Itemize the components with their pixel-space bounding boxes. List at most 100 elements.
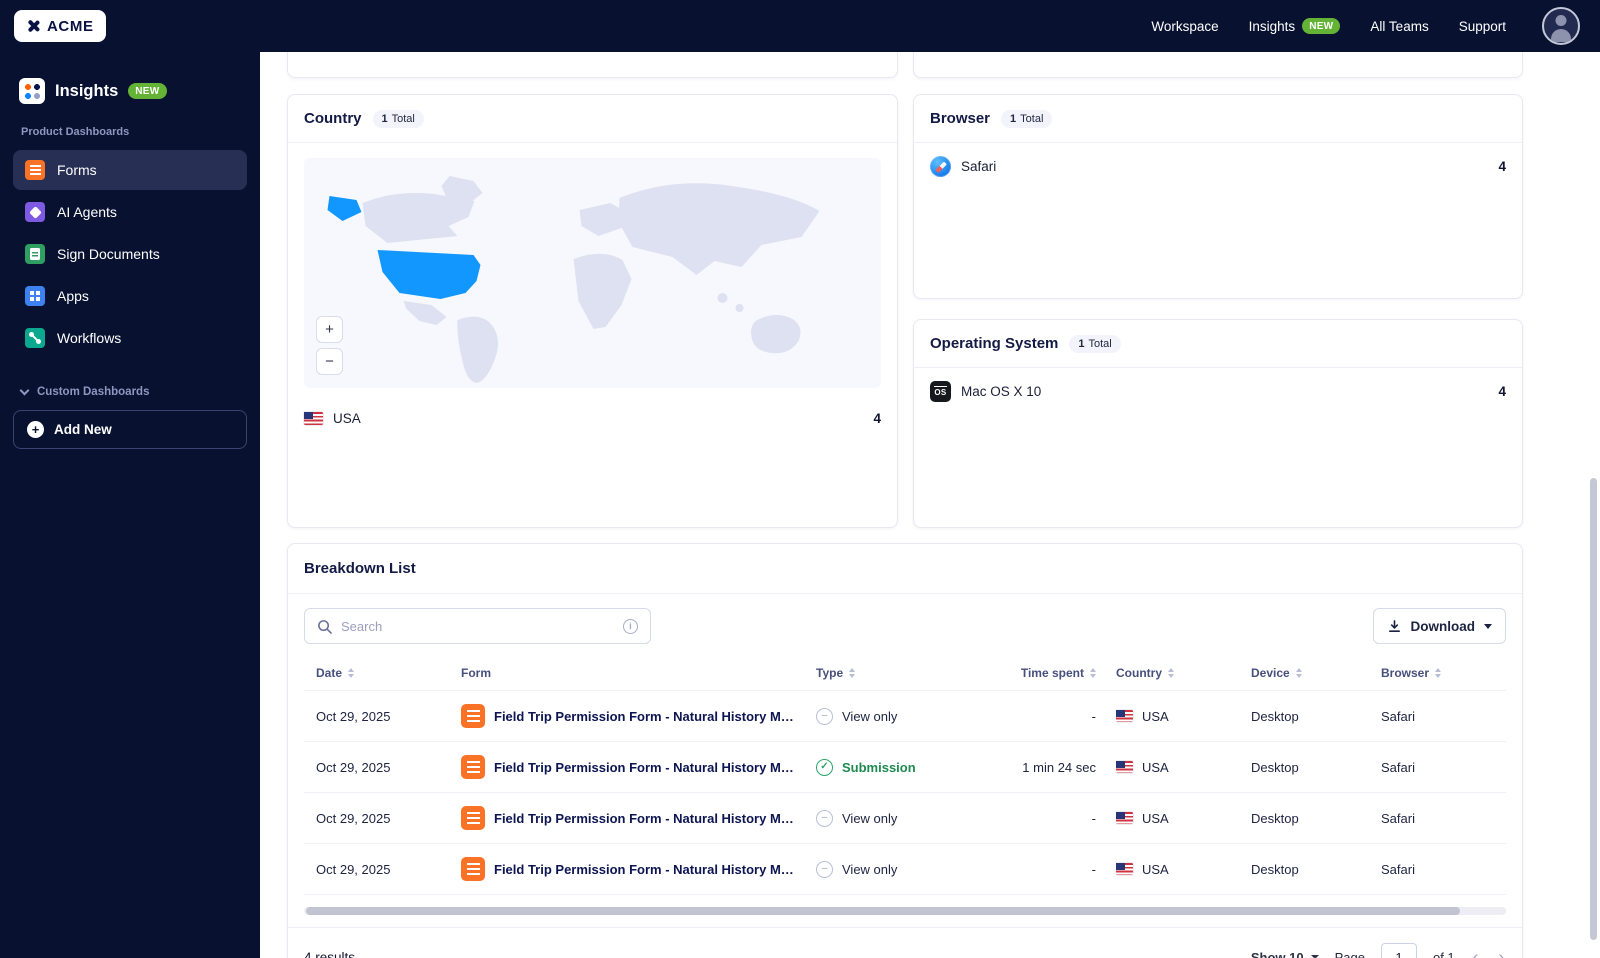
sidebar-item-workflows[interactable]: Workflows (13, 318, 247, 358)
view-only-icon (816, 707, 833, 725)
top-navigation: Workspace Insights NEW All Teams Support (1151, 7, 1580, 45)
view-only-icon (816, 809, 833, 827)
info-icon[interactable] (623, 618, 638, 634)
country-card: Country 1 Total + − USA 4 (287, 94, 898, 528)
cell-time-spent: - (964, 690, 1104, 742)
cell-os: Mac OS X 10 (1499, 690, 1506, 742)
form-link[interactable]: Field Trip Permission Form - Natural His… (494, 760, 796, 775)
download-label: Download (1410, 618, 1476, 634)
cell-browser: Safari (1369, 792, 1499, 844)
page-label: Page (1334, 949, 1365, 958)
form-link[interactable]: Field Trip Permission Form - Natural His… (494, 862, 796, 877)
zoom-in-button[interactable]: + (316, 316, 343, 343)
country-total-badge: 1 Total (372, 109, 424, 128)
download-button[interactable]: Download (1372, 608, 1506, 644)
world-map-canvas (327, 176, 820, 383)
column-header-type[interactable]: Type (804, 656, 964, 691)
country-total-count: 1 (381, 112, 388, 125)
country-entry-label: USA (333, 411, 361, 426)
horizontal-scrollbar[interactable] (304, 907, 1506, 915)
acme-logo[interactable]: ACME (14, 10, 106, 42)
cell-os: Mac OS X 10 (1499, 843, 1506, 895)
nav-support[interactable]: Support (1459, 19, 1506, 34)
cell-os: Mac OS X 10 (1499, 741, 1506, 793)
sign-documents-icon (25, 244, 45, 264)
sidebar-item-ai-agents[interactable]: AI Agents (13, 192, 247, 232)
usa-flag-icon (1116, 863, 1133, 875)
clipped-card-left (287, 52, 898, 78)
macos-icon (930, 381, 951, 402)
next-page-button[interactable]: › (1496, 947, 1506, 958)
browser-entry-safari: Safari 4 (914, 143, 1522, 190)
cell-date: Oct 29, 2025 (304, 690, 449, 742)
breakdown-table-viewport: Date Form Type Time spent Country Device… (304, 656, 1506, 895)
column-header-time-spent[interactable]: Time spent (964, 656, 1104, 691)
horizontal-scrollbar-thumb[interactable] (306, 907, 1460, 915)
cell-type: View only (804, 690, 964, 742)
form-link[interactable]: Field Trip Permission Form - Natural His… (494, 709, 796, 724)
cell-time-spent: - (964, 792, 1104, 844)
sidebar-title: Insights (55, 81, 119, 100)
sidebar-item-apps[interactable]: Apps (13, 276, 247, 316)
column-header-date[interactable]: Date (304, 656, 449, 691)
os-entry-value: 4 (1498, 384, 1506, 399)
breakdown-list-card: Breakdown List Download (287, 543, 1523, 958)
map-zoom-controls: + − (316, 316, 343, 375)
vertical-scrollbar[interactable] (1590, 478, 1597, 940)
table-header-row: Date Form Type Time spent Country Device… (304, 656, 1506, 691)
cell-type: View only (804, 792, 964, 844)
cell-date: Oct 29, 2025 (304, 843, 449, 895)
nav-insights[interactable]: Insights NEW (1249, 18, 1341, 34)
topbar: ACME Workspace Insights NEW All Teams Su… (0, 0, 1600, 52)
world-map[interactable]: + − (304, 158, 881, 388)
sidebar-item-label: Apps (57, 288, 89, 304)
browser-entry-label: Safari (961, 159, 997, 174)
cell-form: Field Trip Permission Form - Natural His… (449, 792, 804, 844)
zoom-out-button[interactable]: − (316, 348, 343, 375)
nav-workspace[interactable]: Workspace (1151, 19, 1218, 34)
sidebar-item-sign-documents[interactable]: Sign Documents (13, 234, 247, 274)
nav-insights-label: Insights (1248, 18, 1296, 34)
custom-dashboards-label: Custom Dashboards (37, 386, 150, 398)
column-header-browser[interactable]: Browser (1369, 656, 1499, 691)
user-avatar[interactable] (1542, 7, 1580, 45)
breakdown-title: Breakdown List (304, 560, 416, 577)
sort-icon (849, 668, 855, 679)
table-row: Oct 29, 2025 Field Trip Permission Form … (304, 792, 1506, 844)
column-header-form[interactable]: Form (449, 656, 804, 691)
form-icon (461, 806, 485, 830)
country-total-label: Total (391, 112, 415, 125)
show-per-page-label: Show 10 (1250, 949, 1304, 958)
cell-date: Oct 29, 2025 (304, 741, 449, 793)
sidebar-item-forms[interactable]: Forms (13, 150, 247, 190)
column-header-operating-system[interactable]: Operating System (1499, 656, 1506, 691)
page-number-input[interactable] (1380, 943, 1417, 958)
page-of-label: of 1 (1432, 949, 1455, 958)
chevron-down-icon (19, 385, 30, 396)
add-new-button[interactable]: + Add New (13, 410, 247, 449)
previous-page-button[interactable]: ‹ (1471, 947, 1481, 958)
cell-device: Desktop (1239, 741, 1369, 793)
cell-date: Oct 29, 2025 (304, 792, 449, 844)
nav-all-teams[interactable]: All Teams (1370, 19, 1428, 34)
table-row: Oct 29, 2025 Field Trip Permission Form … (304, 690, 1506, 742)
sidebar-item-label: Workflows (57, 330, 122, 346)
sidebar: Insights NEW Product Dashboards Forms AI… (0, 52, 260, 958)
form-link[interactable]: Field Trip Permission Form - Natural His… (494, 811, 796, 826)
brand-name: ACME (47, 17, 94, 35)
column-header-country[interactable]: Country (1104, 656, 1239, 691)
insights-logo-icon (19, 78, 45, 104)
browser-total-count: 1 (1010, 112, 1017, 125)
sort-icon (348, 668, 354, 679)
search-input[interactable] (341, 618, 614, 634)
search-box (304, 608, 651, 644)
sort-icon (1168, 668, 1174, 679)
column-header-device[interactable]: Device (1239, 656, 1369, 691)
cell-type: View only (804, 843, 964, 895)
country-entry-usa: USA 4 (288, 398, 897, 439)
workflows-icon (25, 328, 45, 348)
show-per-page-dropdown[interactable]: Show 10 (1251, 950, 1319, 958)
usa-flag-icon (1116, 812, 1133, 824)
custom-dashboards-toggle[interactable]: Custom Dashboards (13, 360, 247, 410)
sort-icon (1296, 668, 1302, 679)
